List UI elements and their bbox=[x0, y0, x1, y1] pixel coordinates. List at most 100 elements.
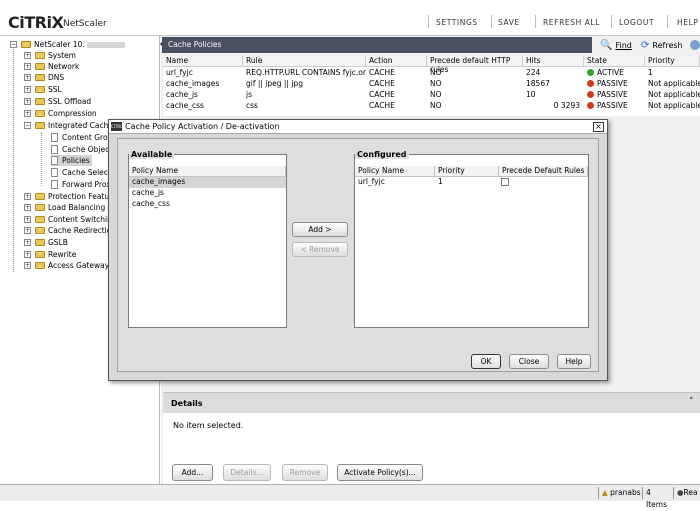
refresh-icon: ⟳ bbox=[641, 40, 650, 51]
refresh-button[interactable]: ⟳ Refresh bbox=[641, 40, 683, 51]
folder-icon bbox=[35, 193, 45, 200]
tree-item-rewrite[interactable]: + Rewrite bbox=[24, 249, 76, 260]
available-column-header[interactable]: Policy Name bbox=[129, 166, 286, 177]
folder-icon bbox=[35, 122, 45, 129]
folder-icon bbox=[21, 41, 31, 48]
list-item[interactable]: cache_css bbox=[129, 199, 286, 210]
tree-item-compression[interactable]: + Compression bbox=[24, 108, 97, 119]
ok-button[interactable]: OK bbox=[471, 354, 501, 369]
column-header-hits[interactable]: Hits bbox=[523, 56, 584, 67]
status-ready: ●Rea bbox=[673, 487, 700, 499]
policies-table: Name Rule Action Precede default HTTP ru… bbox=[163, 56, 700, 116]
tree-item-system[interactable]: + System bbox=[24, 50, 76, 61]
folder-icon bbox=[35, 216, 45, 223]
tree-item-gslb[interactable]: + GSLB bbox=[24, 237, 68, 248]
help-link[interactable]: HELP bbox=[677, 18, 700, 27]
add-policy-button[interactable]: Add > bbox=[292, 222, 348, 237]
help-button[interactable]: Help bbox=[557, 354, 591, 369]
lock-icon: ▲ bbox=[602, 488, 608, 497]
folder-icon bbox=[35, 227, 45, 234]
collapse-icon[interactable]: − bbox=[24, 122, 31, 129]
expand-icon[interactable]: + bbox=[24, 239, 31, 246]
column-header-name[interactable]: Name bbox=[163, 56, 243, 67]
folder-icon bbox=[35, 98, 45, 105]
tree-item-ssl[interactable]: + SSL bbox=[24, 84, 62, 95]
collapse-icon[interactable]: − bbox=[10, 41, 17, 48]
collapse-icon[interactable]: ˄ bbox=[689, 397, 694, 407]
tree-item-load-balancing[interactable]: + Load Balancing bbox=[24, 202, 105, 213]
document-icon bbox=[51, 145, 58, 154]
expand-icon[interactable]: + bbox=[24, 98, 31, 105]
configured-column-header-precede[interactable]: Precede Default Rules bbox=[499, 166, 588, 177]
column-header-state[interactable]: State bbox=[584, 56, 645, 67]
dialog-title: Cache Policy Activation / De-activation bbox=[109, 120, 607, 134]
help-icon[interactable] bbox=[690, 40, 700, 50]
document-icon bbox=[51, 168, 58, 177]
configured-column-header-name[interactable]: Policy Name bbox=[355, 166, 435, 177]
folder-icon bbox=[35, 110, 45, 117]
column-header-action[interactable]: Action bbox=[366, 56, 427, 67]
folder-icon bbox=[35, 74, 45, 81]
citrix-logo: CiTRiX bbox=[8, 13, 64, 32]
list-item[interactable]: cache_js bbox=[129, 188, 286, 199]
expand-icon[interactable]: + bbox=[24, 74, 31, 81]
status-user: ▲ pranabs bbox=[598, 487, 642, 499]
details-button[interactable]: Details... bbox=[223, 464, 271, 481]
tree-item-access-gateway[interactable]: + Access Gateway bbox=[24, 260, 109, 271]
folder-icon bbox=[35, 251, 45, 258]
expand-icon[interactable]: + bbox=[24, 193, 31, 200]
passive-status-icon bbox=[587, 80, 594, 87]
document-icon bbox=[51, 133, 58, 142]
column-header-precede[interactable]: Precede default HTTP rules bbox=[427, 56, 523, 74]
details-empty-text: No item selected. bbox=[173, 421, 244, 430]
close-button[interactable]: Close bbox=[509, 354, 549, 369]
tree-root[interactable]: − NetScaler 10. bbox=[10, 39, 125, 50]
tree-item-policies[interactable]: Policies bbox=[51, 155, 92, 166]
folder-icon bbox=[35, 52, 45, 59]
expand-icon[interactable]: + bbox=[24, 110, 31, 117]
logout-link[interactable]: LOGOUT bbox=[619, 18, 654, 27]
configured-label: Configured bbox=[355, 150, 409, 159]
remove-button[interactable]: Remove bbox=[282, 464, 328, 481]
configured-column-header-priority[interactable]: Priority bbox=[435, 166, 499, 177]
precede-default-checkbox[interactable] bbox=[501, 178, 509, 186]
folder-icon bbox=[35, 204, 45, 211]
save-link[interactable]: SAVE bbox=[498, 18, 520, 27]
document-icon bbox=[51, 156, 58, 165]
column-header-rule[interactable]: Rule bbox=[243, 56, 366, 67]
expand-icon[interactable]: + bbox=[24, 86, 31, 93]
close-icon[interactable]: × bbox=[593, 122, 604, 132]
add-button[interactable]: Add... bbox=[172, 464, 213, 481]
folder-icon bbox=[35, 86, 45, 93]
citrix-small-icon: CITRIX bbox=[111, 122, 125, 131]
expand-icon[interactable]: + bbox=[24, 262, 31, 269]
search-icon: 🔍 bbox=[600, 40, 613, 51]
list-item[interactable]: cache_images bbox=[129, 177, 286, 188]
folder-icon bbox=[35, 262, 45, 269]
settings-link[interactable]: SETTINGS bbox=[436, 18, 478, 27]
expand-icon[interactable]: + bbox=[24, 251, 31, 258]
passive-status-icon bbox=[587, 102, 594, 109]
active-status-icon bbox=[587, 69, 594, 76]
expand-icon[interactable]: + bbox=[24, 227, 31, 234]
refresh-all-link[interactable]: REFRESH ALL bbox=[543, 18, 600, 27]
passive-status-icon bbox=[587, 91, 594, 98]
available-label: Available bbox=[129, 150, 175, 159]
status-items: 4 Items bbox=[642, 487, 672, 509]
document-icon bbox=[51, 180, 58, 189]
tree-item-network[interactable]: + Network bbox=[24, 61, 79, 72]
activate-policy-button[interactable]: Activate Policy(s)... bbox=[337, 464, 423, 481]
find-button[interactable]: 🔍 Find bbox=[600, 40, 632, 51]
remove-policy-button[interactable]: < Remove bbox=[292, 242, 348, 257]
expand-icon[interactable]: + bbox=[24, 63, 31, 70]
status-bar bbox=[0, 484, 700, 501]
expand-icon[interactable]: + bbox=[24, 216, 31, 223]
column-header-priority[interactable]: Priority bbox=[645, 56, 700, 67]
page-title: Cache Policies bbox=[162, 37, 592, 53]
tree-item-dns[interactable]: + DNS bbox=[24, 72, 64, 83]
folder-icon bbox=[35, 239, 45, 246]
expand-icon[interactable]: + bbox=[24, 52, 31, 59]
expand-icon[interactable]: + bbox=[24, 204, 31, 211]
tree-item-ssl-offload[interactable]: + SSL Offload bbox=[24, 96, 91, 107]
folder-icon bbox=[35, 63, 45, 70]
